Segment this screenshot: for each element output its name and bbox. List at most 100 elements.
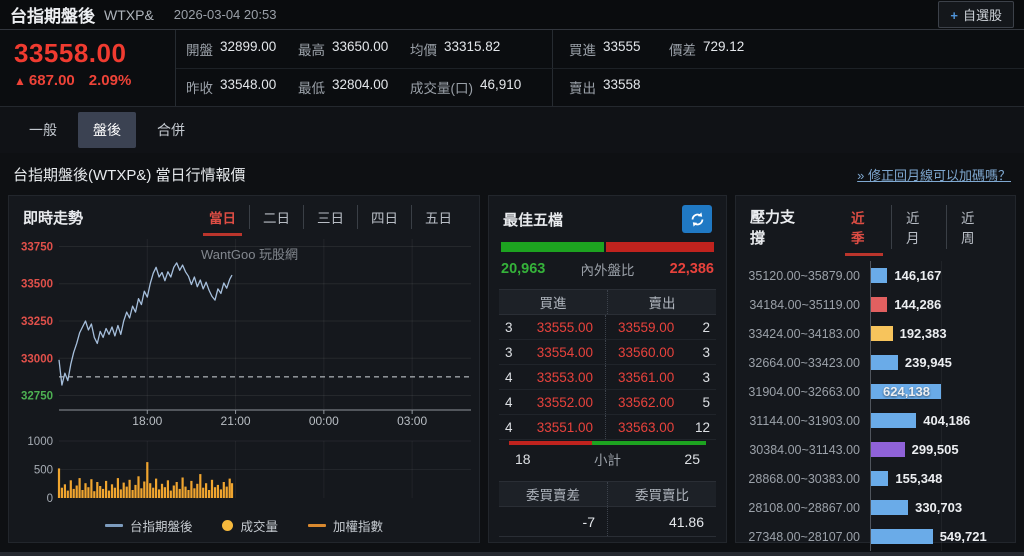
- ask-volume: 3: [702, 344, 710, 360]
- line-marker-icon: [308, 524, 326, 527]
- divider: [552, 30, 553, 68]
- support-resistance-row: 31904.00~32663.00 624,138: [736, 377, 1015, 406]
- intraday-price-chart: 33750 33500 33250 33000 32750 18:00 21:00 00:00…: [21, 239, 471, 428]
- book-row: 4 33553.00 33561.00 3: [499, 365, 716, 390]
- inout-ratio-bar: [501, 242, 714, 252]
- sr-tab-week[interactable]: 近周: [945, 205, 1001, 249]
- price-range: 35120.00~35879.00: [748, 268, 860, 283]
- svg-text:03:00: 03:00: [397, 414, 427, 428]
- depth-panel-title: 最佳五檔: [503, 211, 564, 229]
- article-link[interactable]: » 修正回月線可以加碼嗎？: [857, 165, 1011, 184]
- quote-summary: 33558.00 ▲ 687.00 2.09% 開盤 32899.00 最高 33650…: [0, 30, 1024, 107]
- tab-afterhours[interactable]: 盤後: [78, 112, 136, 148]
- book-row: 4 33552.00 33562.00 5: [499, 390, 716, 415]
- up-arrow-icon: ▲: [14, 74, 26, 88]
- inout-bar-sell: [606, 242, 714, 252]
- bar-track: 330,703: [870, 493, 1015, 522]
- quote-datetime: 2026-03-04 20:53: [173, 7, 277, 22]
- subtotal-ratio-bar: [509, 441, 706, 445]
- stat-prev-close: 昨收 33548.00: [186, 77, 277, 97]
- stat-bid: 買進 33555: [569, 38, 641, 58]
- ask-volume: 2: [702, 319, 710, 335]
- svg-text:33000: 33000: [21, 353, 53, 365]
- bid-price: 33555.00: [536, 319, 593, 335]
- svg-text:0: 0: [47, 493, 53, 505]
- bid-subtotal: 18: [515, 450, 531, 467]
- legend-item-price[interactable]: 台指期盤後: [104, 516, 193, 535]
- legend-item-volume[interactable]: 成交量: [222, 516, 278, 535]
- bid-volume: 4: [505, 394, 513, 410]
- market-tabs: 一般 盤後 合併: [0, 107, 1024, 153]
- stat-open: 開盤 32899.00: [186, 38, 277, 58]
- refresh-button[interactable]: [682, 205, 712, 233]
- line-marker-icon: [104, 524, 123, 527]
- price-range: 27348.00~28107.00: [748, 529, 860, 544]
- ask-price: 33562.00: [618, 394, 675, 410]
- book-row: 3 33554.00 33560.00 3: [499, 340, 716, 365]
- sr-rows: 35120.00~35879.00 146,167 34184.00~35119…: [736, 253, 1015, 551]
- metrics-values: -7 41.86: [499, 507, 716, 537]
- add-watchlist-label: 自選股: [962, 8, 1002, 23]
- last-price: 33558.00: [14, 38, 127, 68]
- bar-track: 144,286: [870, 290, 1015, 319]
- ask-subtotal: 25: [684, 450, 700, 467]
- plus-icon: +: [950, 8, 958, 23]
- bid-price: 33552.00: [536, 394, 593, 410]
- support-resistance-row: 34184.00~35119.00 144,286: [736, 290, 1015, 319]
- ask-volume: 3: [702, 369, 710, 385]
- svg-text:18:00: 18:00: [132, 414, 162, 428]
- support-resistance-row: 28108.00~28867.00 330,703: [736, 493, 1015, 522]
- sr-tabs: 近季 近月 近周: [837, 205, 1001, 256]
- support-resistance-row: 32664.00~33423.00 239,945: [736, 348, 1015, 377]
- divider: [552, 68, 553, 106]
- support-resistance-row: 35120.00~35879.00 146,167: [736, 261, 1015, 290]
- period-tab-3day[interactable]: 三日: [303, 205, 357, 229]
- period-tab-today[interactable]: 當日: [196, 205, 249, 236]
- sr-tab-quarter[interactable]: 近季: [837, 205, 891, 256]
- period-tabs: 當日 二日 三日 四日 五日: [196, 205, 465, 236]
- legend-item-index[interactable]: 加權指數: [308, 516, 383, 535]
- add-watchlist-button[interactable]: + 自選股: [938, 1, 1014, 28]
- volume-value: 144,286: [894, 297, 942, 312]
- ask-volume: 12: [694, 419, 710, 435]
- stat-low: 最低 32804.00: [298, 77, 389, 97]
- period-tab-2day[interactable]: 二日: [249, 205, 303, 229]
- period-tab-5day[interactable]: 五日: [411, 205, 465, 229]
- section-title: 台指期盤後(WTXP&) 當日行情報價: [13, 166, 246, 184]
- price-range: 34184.00~35119.00: [749, 297, 860, 312]
- inner-volume: 20,963: [501, 261, 546, 277]
- price-change: ▲ 687.00 2.09%: [14, 72, 175, 89]
- ask-price: 33559.00: [618, 319, 675, 335]
- ask-price: 33560.00: [618, 344, 675, 360]
- legend-label: 台指期盤後: [129, 520, 193, 534]
- sr-panel-title: 壓力支撐: [750, 209, 796, 247]
- volume-bar: [871, 326, 893, 341]
- subtotal-bar-ask: [591, 441, 706, 445]
- volume-bar: [871, 297, 888, 312]
- net-diff-value: -7: [582, 513, 595, 530]
- price-range: 33424.00~34183.00: [748, 326, 860, 341]
- volume-bar: [871, 529, 933, 544]
- best-five-panel: 最佳五檔 20,963 內外盤比 22,386 買進 賣出 3 33555.00…: [488, 195, 727, 543]
- ask-header: 賣出: [648, 296, 676, 311]
- sr-tab-month[interactable]: 近月: [890, 205, 946, 249]
- volume-bar: [871, 355, 898, 370]
- stat-spread: 價差 729.12: [669, 38, 745, 58]
- period-tab-4day[interactable]: 四日: [357, 205, 411, 229]
- volume-value: 192,383: [899, 326, 947, 341]
- bar-track: 239,945: [870, 348, 1015, 377]
- tab-combined[interactable]: 合併: [142, 112, 200, 148]
- ask-price: 33563.00: [618, 419, 675, 435]
- tab-general[interactable]: 一般: [14, 112, 72, 148]
- refresh-icon: [691, 211, 703, 227]
- net-diff-header: 委買賣差: [526, 488, 580, 503]
- metrics-header: 委買賣差 委買賣比: [499, 481, 716, 507]
- volume-value: 239,945: [904, 355, 952, 370]
- support-resistance-row: 28868.00~30383.00 155,348: [736, 464, 1015, 493]
- subtotal-row: 18 小計 25: [509, 445, 706, 472]
- bid-volume: 3: [505, 319, 513, 335]
- chart-panel-title: 即時走勢: [23, 209, 84, 227]
- bid-volume: 3: [505, 344, 513, 360]
- section-row: 台指期盤後(WTXP&) 當日行情報價 » 修正回月線可以加碼嗎？: [0, 153, 1024, 195]
- svg-text:500: 500: [34, 465, 53, 477]
